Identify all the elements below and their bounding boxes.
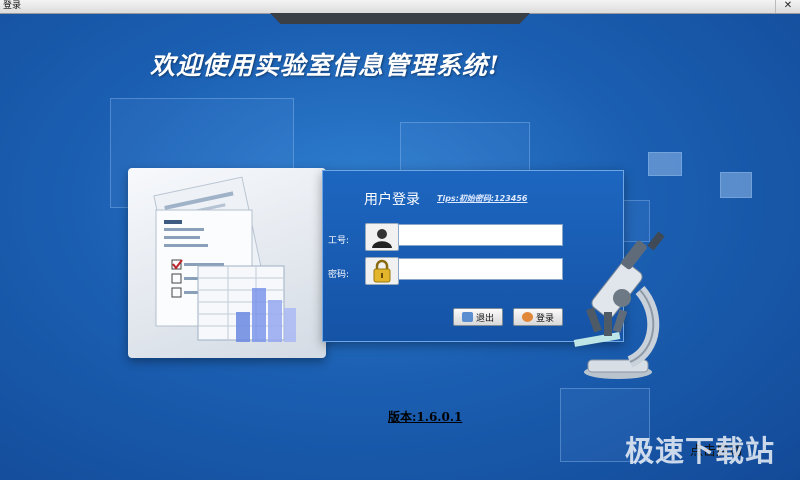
login-button[interactable]: 登录 [513, 308, 563, 326]
password-label: 密码: [328, 270, 350, 280]
exit-icon [461, 312, 473, 322]
title-tab-strip [270, 13, 530, 24]
window-title: 登录 [3, 1, 22, 11]
window-titlebar: 登录 ✕ [0, 0, 800, 14]
user-id-input[interactable] [398, 224, 563, 246]
exit-button[interactable]: 退出 [453, 308, 503, 326]
password-tip: Tips:初始密码:123456 [437, 194, 528, 203]
padlock-icon [365, 257, 399, 285]
login-button-label: 登录 [535, 313, 554, 324]
welcome-headline: 欢迎使用实验室信息管理系统! [150, 51, 500, 80]
login-user-icon [521, 312, 533, 322]
login-title: 用户登录 [364, 192, 420, 208]
exit-button-label: 退出 [475, 313, 494, 324]
user-id-label: 工号: [328, 236, 350, 246]
user-avatar-icon [365, 223, 399, 251]
documents-chart-illustration [128, 168, 326, 358]
version-label: 版本:1.6.0.1 [388, 410, 463, 424]
close-button[interactable]: ✕ [775, 0, 800, 13]
microscope-illustration [560, 231, 680, 382]
password-input[interactable] [398, 258, 563, 280]
decor-square [720, 172, 752, 198]
watermark-text: 极速下载站 [625, 434, 776, 468]
decor-square [648, 152, 682, 176]
